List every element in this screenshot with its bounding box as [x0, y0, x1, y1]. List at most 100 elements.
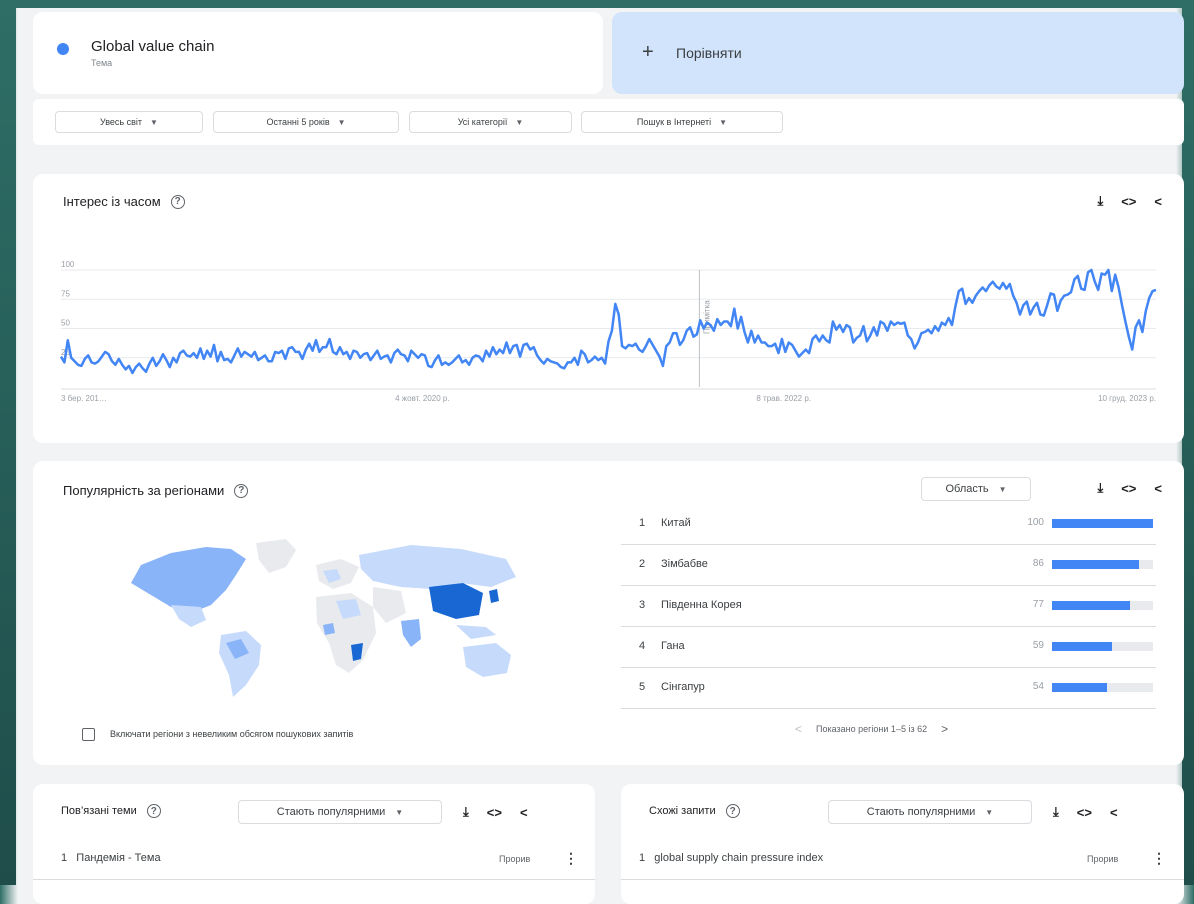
embed-icon[interactable]: <>: [1121, 481, 1136, 496]
download-icon[interactable]: ⤓: [1097, 480, 1103, 496]
share-icon[interactable]: <: [1110, 805, 1118, 820]
related-queries-dropdown[interactable]: Стають популярними ▼: [828, 800, 1032, 824]
region-bar-track: [1052, 601, 1153, 610]
region-row[interactable]: 2 Зімбабве 86: [621, 544, 1156, 586]
caret-down-icon: ▼: [337, 117, 346, 127]
embed-icon[interactable]: <>: [487, 805, 502, 820]
search-term-card[interactable]: Global value chain Тема: [33, 12, 603, 94]
filter-category-label: Усі категорії: [457, 117, 508, 127]
term-type: Тема: [91, 58, 113, 68]
y-tick-label: 100: [61, 260, 75, 269]
help-icon[interactable]: ?: [725, 804, 740, 818]
more-vert-icon[interactable]: ⋮: [1152, 850, 1166, 867]
region-bar-fill: [1052, 560, 1139, 569]
region-rank: 3: [639, 599, 646, 611]
related-queries-actions: ⤓ <> <: [1053, 804, 1118, 820]
help-icon[interactable]: ?: [234, 483, 249, 498]
filter-search-type[interactable]: Пошук в Інтернеті ▼: [581, 111, 783, 133]
breakout-badge: Прорив: [1087, 854, 1119, 864]
region-name: Сінгапур: [661, 681, 705, 693]
chevron-left-icon[interactable]: <: [795, 722, 802, 736]
caret-down-icon: ▼: [150, 117, 158, 127]
region-row[interactable]: 3 Південна Корея 77: [621, 585, 1156, 627]
chevron-right-icon[interactable]: >: [941, 722, 948, 736]
region-name: Китай: [661, 517, 691, 529]
related-query-text: global supply chain pressure index: [654, 852, 824, 864]
map-africa[interactable]: [316, 593, 376, 673]
related-queries-title: Схожі запити ?: [649, 804, 740, 818]
compare-button[interactable]: + Порівняти: [612, 12, 1184, 94]
related-queries-card: Схожі запити ? Стають популярними ▼ ⤓ <> …: [621, 784, 1184, 904]
row-divider: [33, 879, 595, 880]
filter-time[interactable]: Останні 5 років ▼: [213, 111, 399, 133]
x-tick-label: 4 жовт. 2020 р.: [395, 394, 449, 403]
related-topic-row[interactable]: 1 Пандемія - Тема: [61, 852, 161, 864]
related-queries-title-text: Схожі запити: [649, 805, 716, 817]
region-rank: 1: [639, 517, 646, 529]
caret-down-icon: ▼: [985, 807, 994, 817]
region-bar-fill: [1052, 683, 1107, 692]
more-vert-icon[interactable]: ⋮: [564, 850, 578, 867]
plus-icon: +: [642, 41, 654, 63]
x-tick-label: 8 трав. 2022 р.: [756, 394, 811, 403]
region-rank: 2: [639, 558, 646, 570]
filter-time-label: Останні 5 років: [266, 117, 330, 127]
related-topics-dropdown-label: Стають популярними: [276, 806, 386, 818]
map-europe[interactable]: [316, 559, 359, 589]
x-tick-label: 10 груд. 2023 р.: [1098, 394, 1156, 403]
share-icon[interactable]: <: [520, 805, 528, 820]
region-bar-fill: [1052, 519, 1153, 528]
filter-region-label: Увесь світ: [100, 117, 143, 127]
region-name: Південна Корея: [661, 599, 742, 611]
region-name: Гана: [661, 640, 685, 652]
region-bar-track: [1052, 683, 1153, 692]
row-divider: [621, 879, 1184, 880]
x-tick-label: 3 бер. 201…: [61, 394, 107, 403]
related-topic-text: Пандемія - Тема: [76, 852, 161, 864]
related-queries-dropdown-label: Стають популярними: [866, 806, 976, 818]
embed-icon[interactable]: <>: [1077, 805, 1092, 820]
filter-region[interactable]: Увесь світ ▼: [55, 111, 203, 133]
caret-down-icon: ▼: [515, 117, 524, 127]
region-value: 100: [1027, 517, 1044, 528]
map-south-america[interactable]: [219, 631, 261, 697]
y-tick-label: 50: [61, 319, 70, 328]
term-color-dot: [57, 43, 69, 55]
interest-line-chart: 255075100Примітка3 бер. 201… 4 жовт. 2020…: [59, 260, 1157, 403]
regions-title-text: Популярність за регіонами: [63, 483, 225, 498]
region-bar-fill: [1052, 601, 1130, 610]
region-level-dropdown[interactable]: Область ▼: [921, 477, 1031, 501]
caret-down-icon: ▼: [395, 807, 404, 817]
help-icon[interactable]: ?: [146, 804, 161, 818]
related-topic-rank: 1: [61, 852, 68, 864]
share-icon[interactable]: <: [1154, 481, 1162, 496]
region-name: Зімбабве: [661, 558, 708, 570]
region-row[interactable]: 5 Сінгапур 54: [621, 667, 1156, 709]
region-bar-track: [1052, 642, 1153, 651]
region-rank: 5: [639, 681, 646, 693]
filter-category[interactable]: Усі категорії ▼: [409, 111, 572, 133]
slide-background-left: [0, 0, 16, 885]
download-icon[interactable]: ⤓: [1053, 804, 1059, 820]
pager-text: Показано регіони 1–5 із 62: [816, 724, 928, 734]
map-australia[interactable]: [463, 643, 511, 677]
low-volume-label: Включати регіони з невеликим обсягом пош…: [110, 729, 354, 739]
low-volume-checkbox[interactable]: [82, 728, 95, 741]
world-map[interactable]: [111, 535, 531, 700]
map-greenland[interactable]: [256, 539, 296, 573]
y-tick-label: 75: [61, 289, 70, 298]
map-asia[interactable]: [359, 545, 516, 647]
region-value: 59: [1032, 640, 1044, 651]
related-topics-dropdown[interactable]: Стають популярними ▼: [238, 800, 442, 824]
filters-bar: Увесь світ ▼ Останні 5 років ▼ Усі категор…: [33, 99, 1184, 145]
map-north-america[interactable]: [131, 547, 246, 627]
region-row[interactable]: 1 Китай 100: [621, 503, 1156, 545]
download-icon[interactable]: ⤓: [463, 804, 469, 820]
region-row[interactable]: 4 Гана 59: [621, 626, 1156, 668]
related-query-row[interactable]: 1 global supply chain pressure index: [639, 852, 823, 864]
regions-actions: ⤓ <> <: [1097, 480, 1162, 496]
regions-title: Популярність за регіонами ?: [63, 483, 249, 498]
slide-background-top: [0, 0, 1194, 8]
related-topics-title: Пов’язані теми ?: [61, 804, 161, 818]
region-bar-fill: [1052, 642, 1112, 651]
